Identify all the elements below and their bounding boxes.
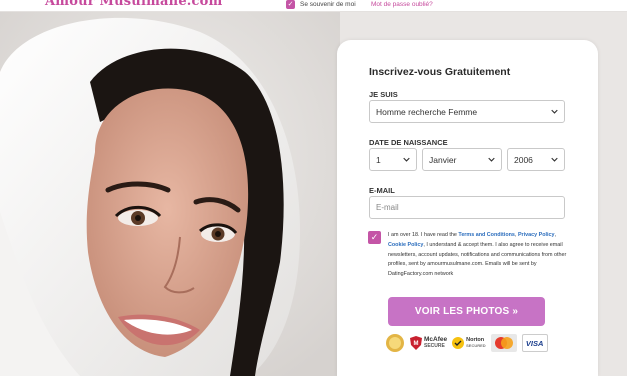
cookie-link[interactable]: Cookie Policy (388, 242, 423, 248)
signup-card: Inscrivez-vous Gratuitement JE SUIS Homm… (337, 40, 598, 376)
consent-text-part: I am over 18. I have read the (388, 232, 459, 238)
woman-portrait-image (0, 12, 340, 376)
birth-year-select[interactable]: 2006 (507, 148, 565, 171)
mcafee-shield-icon: M (410, 336, 422, 350)
chevron-down-icon (488, 157, 495, 162)
chevron-down-icon (551, 157, 558, 162)
mastercard-icon (490, 333, 517, 353)
forgot-password-link[interactable]: Mot de passe oublié? (371, 1, 433, 8)
birth-day-select[interactable]: 1 (369, 148, 417, 171)
mcafee-line2: SECURE (424, 343, 445, 349)
privacy-link[interactable]: Privacy Policy (518, 232, 555, 238)
norton-line2: SECURED (466, 343, 486, 348)
birthdate-label: DATE DE NAISSANCE (369, 138, 448, 147)
remember-me-label: Se souvenir de moi (300, 1, 356, 8)
see-photos-button[interactable]: VOIR LES PHOTOS » (388, 297, 545, 326)
je-suis-label: JE SUIS (369, 90, 398, 99)
svg-text:M: M (414, 341, 419, 347)
norton-badge: Norton SECURED (452, 333, 486, 353)
site-logo[interactable]: Amour Musulmane.com (45, 0, 222, 9)
email-placeholder: E-mail (376, 203, 399, 212)
top-bar: Amour Musulmane.com ✓ Se souvenir de moi… (0, 0, 627, 12)
terms-link[interactable]: Terms and Conditions (458, 232, 515, 238)
mcafee-badge: M McAfee SECURE (410, 333, 447, 353)
visa-text: VISA (525, 338, 544, 348)
signup-title: Inscrivez-vous Gratuitement (369, 66, 511, 78)
chevron-down-icon (403, 157, 410, 162)
gender-select[interactable]: Homme recherche Femme (369, 100, 565, 123)
birth-month-select[interactable]: Janvier (422, 148, 502, 171)
norton-check-icon (452, 337, 465, 349)
consent-checkbox[interactable]: ✓ (368, 231, 381, 244)
remember-me[interactable]: ✓ Se souvenir de moi (286, 0, 356, 9)
chevron-down-icon (551, 109, 558, 114)
email-label: E-MAIL (369, 186, 395, 195)
gender-select-value: Homme recherche Femme (376, 106, 478, 117)
birth-year-value: 2006 (514, 154, 533, 165)
email-field[interactable]: E-mail (369, 196, 565, 219)
consent-text-part: , (554, 232, 557, 238)
hero-photo (0, 12, 340, 376)
birth-month-value: Janvier (429, 154, 457, 165)
trust-badges: M McAfee SECURE Norton SECURED VISA (385, 333, 548, 353)
consent-text: I am over 18. I have read the Terms and … (388, 231, 568, 280)
birth-day-value: 1 (376, 154, 381, 165)
seal-badge-icon (385, 333, 405, 353)
visa-badge: VISA (521, 334, 548, 352)
remember-me-checkbox[interactable]: ✓ (286, 0, 295, 9)
